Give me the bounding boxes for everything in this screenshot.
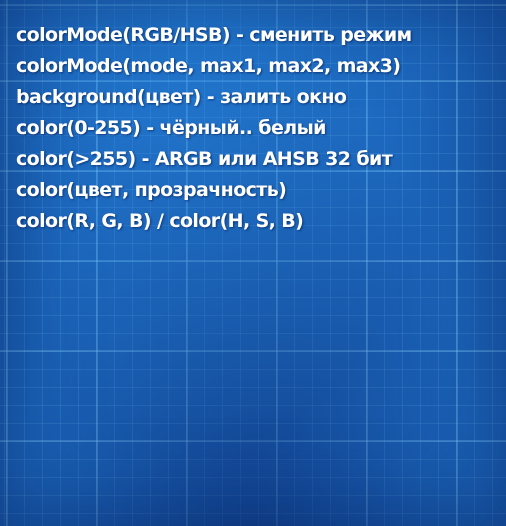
- note-line-colormode-switch: colorMode(RGB/HSB) - сменить режим: [16, 24, 412, 46]
- blueprint-slide: colorMode(RGB/HSB) - сменить режим color…: [0, 0, 506, 526]
- note-line-color-alpha: color(цвет, прозрачность): [16, 179, 287, 201]
- note-line-color-rgb-hsb: color(R, G, B) / color(H, S, B): [16, 210, 304, 232]
- note-line-colormode-max: colorMode(mode, max1, max2, max3): [16, 55, 401, 77]
- code-notes-list: colorMode(RGB/HSB) - сменить режим color…: [16, 20, 500, 237]
- note-line-color-argb: color(>255) - ARGB или AHSB 32 бит: [16, 148, 393, 170]
- note-line-background: background(цвет) - залить окно: [16, 86, 347, 108]
- note-line-color-gray: color(0-255) - чёрный.. белый: [16, 117, 326, 139]
